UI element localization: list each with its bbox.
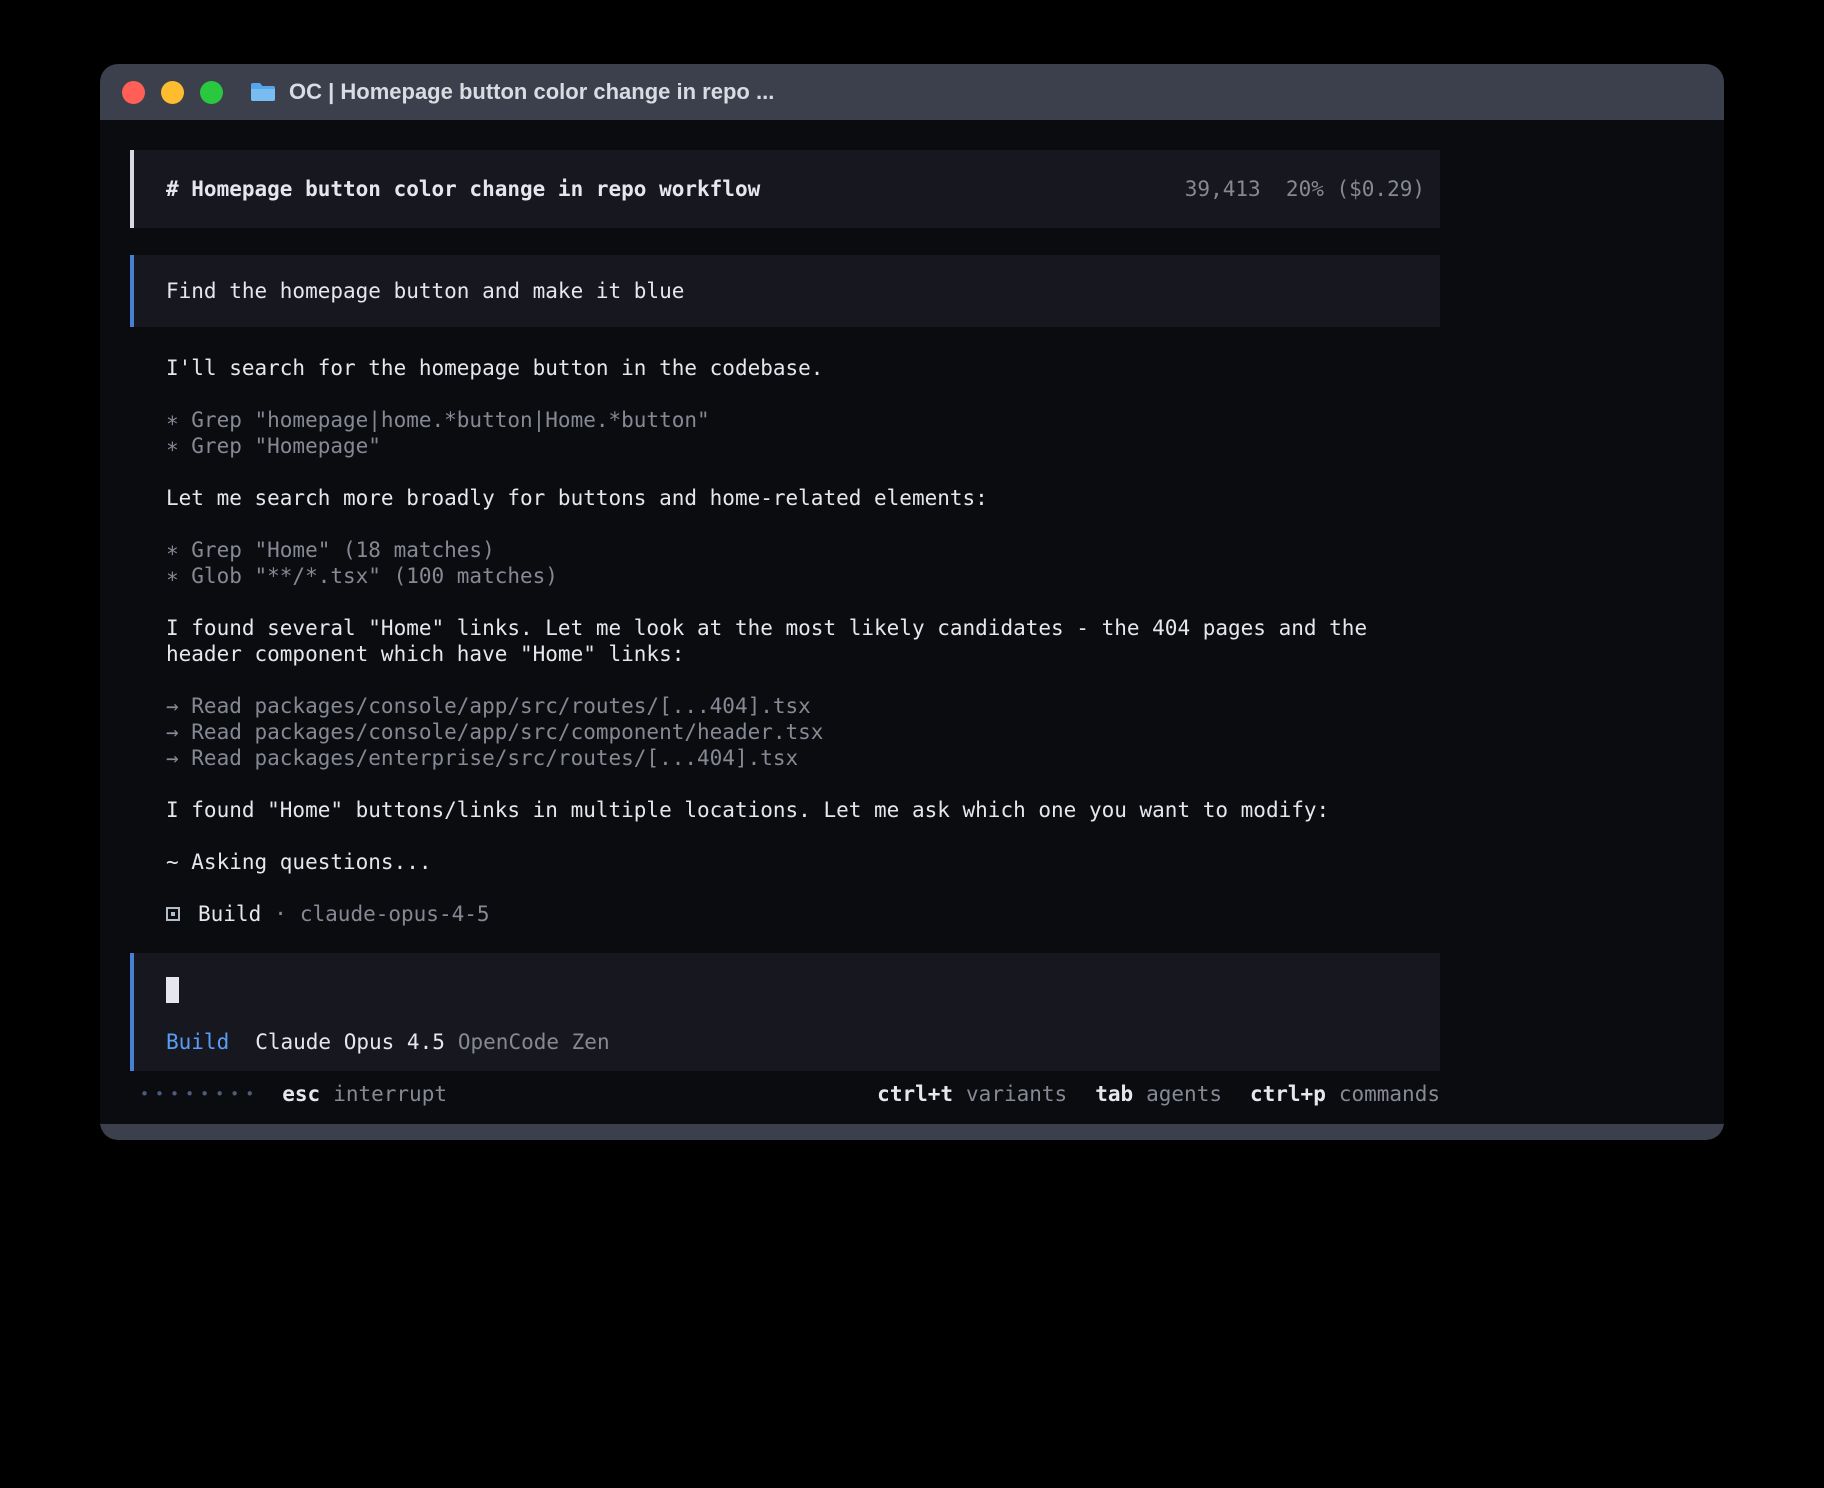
- user-message: Find the homepage button and make it blu…: [130, 255, 1440, 327]
- spinner-dots: ••••••••: [140, 1081, 260, 1107]
- tool-call-grep: ∗ Grep "Homepage": [166, 433, 1440, 459]
- tool-call-group: ∗ Grep "Home" (18 matches) ∗ Glob "**/*.…: [166, 537, 1440, 589]
- tool-call-read: → Read packages/console/app/src/routes/[…: [166, 693, 1440, 719]
- hint-agents-label: agents: [1146, 1081, 1222, 1107]
- window-title: OC | Homepage button color change in rep…: [289, 79, 774, 105]
- esc-key-hint: esc: [282, 1081, 320, 1107]
- conversation-log: I'll search for the homepage button in t…: [130, 355, 1440, 927]
- assistant-text: I found "Home" buttons/links in multiple…: [166, 797, 1440, 823]
- tool-call-group: → Read packages/console/app/src/routes/[…: [166, 693, 1440, 771]
- text-cursor: [166, 977, 179, 1003]
- agent-badge: Build · claude-opus-4-5: [166, 901, 1440, 927]
- esc-key-label: interrupt: [333, 1081, 447, 1107]
- desktop-background: OC | Homepage button color change in rep…: [0, 0, 1824, 1488]
- agent-separator: ·: [274, 901, 287, 927]
- tool-call-glob: ∗ Glob "**/*.tsx" (100 matches): [166, 563, 1440, 589]
- tool-call-read: → Read packages/console/app/src/componen…: [166, 719, 1440, 745]
- session-stats: 39,413 20% ($0.29): [1185, 176, 1425, 202]
- close-button[interactable]: [122, 81, 145, 104]
- agent-name: Build: [198, 901, 261, 927]
- tool-call-grep: ∗ Grep "Home" (18 matches): [166, 537, 1440, 563]
- session-title: # Homepage button color change in repo w…: [166, 176, 760, 202]
- tool-call-read: → Read packages/enterprise/src/routes/[.…: [166, 745, 1440, 771]
- status-bar-right: ctrl+t variants tab agents ctrl+p comman…: [849, 1081, 1440, 1107]
- hint-variants-label: variants: [966, 1081, 1067, 1107]
- status-bar: •••••••• esc interrupt ctrl+t variants t…: [130, 1081, 1440, 1107]
- assistant-text: I found several "Home" links. Let me loo…: [166, 615, 1440, 667]
- assistant-text: I'll search for the homepage button in t…: [166, 355, 1440, 381]
- agent-icon: [166, 907, 180, 921]
- minimize-button[interactable]: [161, 81, 184, 104]
- user-message-text: Find the homepage button and make it blu…: [166, 278, 684, 304]
- hint-commands: ctrl+p commands: [1250, 1081, 1440, 1107]
- tool-call-grep: ∗ Grep "homepage|home.*button|Home.*butt…: [166, 407, 1440, 433]
- hint-agents: tab agents: [1095, 1081, 1222, 1107]
- zoom-button[interactable]: [200, 81, 223, 104]
- hint-variants-key: ctrl+t: [877, 1081, 953, 1107]
- titlebar[interactable]: OC | Homepage button color change in rep…: [100, 64, 1724, 120]
- hint-variants: ctrl+t variants: [877, 1081, 1067, 1107]
- folder-icon: [249, 80, 277, 104]
- agent-model: claude-opus-4-5: [300, 901, 490, 927]
- agent-mode-label: Build: [166, 1029, 229, 1055]
- provider-label: OpenCode Zen: [458, 1029, 610, 1055]
- prompt-input[interactable]: Build Claude Opus 4.5 OpenCode Zen: [130, 953, 1440, 1071]
- terminal-window: OC | Homepage button color change in rep…: [100, 64, 1724, 1140]
- terminal-body[interactable]: # Homepage button color change in repo w…: [100, 120, 1724, 1124]
- model-label: Claude Opus 4.5: [255, 1029, 445, 1055]
- input-statusline: Build Claude Opus 4.5 OpenCode Zen: [166, 1029, 1440, 1055]
- hint-commands-label: commands: [1339, 1081, 1440, 1107]
- assistant-text: Let me search more broadly for buttons a…: [166, 485, 1440, 511]
- hint-commands-key: ctrl+p: [1250, 1081, 1326, 1107]
- session-header: # Homepage button color change in repo w…: [130, 150, 1440, 228]
- window-controls: [122, 81, 223, 104]
- hint-agents-key: tab: [1095, 1081, 1133, 1107]
- status-bar-left: •••••••• esc interrupt: [130, 1081, 447, 1107]
- working-status: ~ Asking questions...: [166, 849, 1440, 875]
- tool-call-group: ∗ Grep "homepage|home.*button|Home.*butt…: [166, 407, 1440, 459]
